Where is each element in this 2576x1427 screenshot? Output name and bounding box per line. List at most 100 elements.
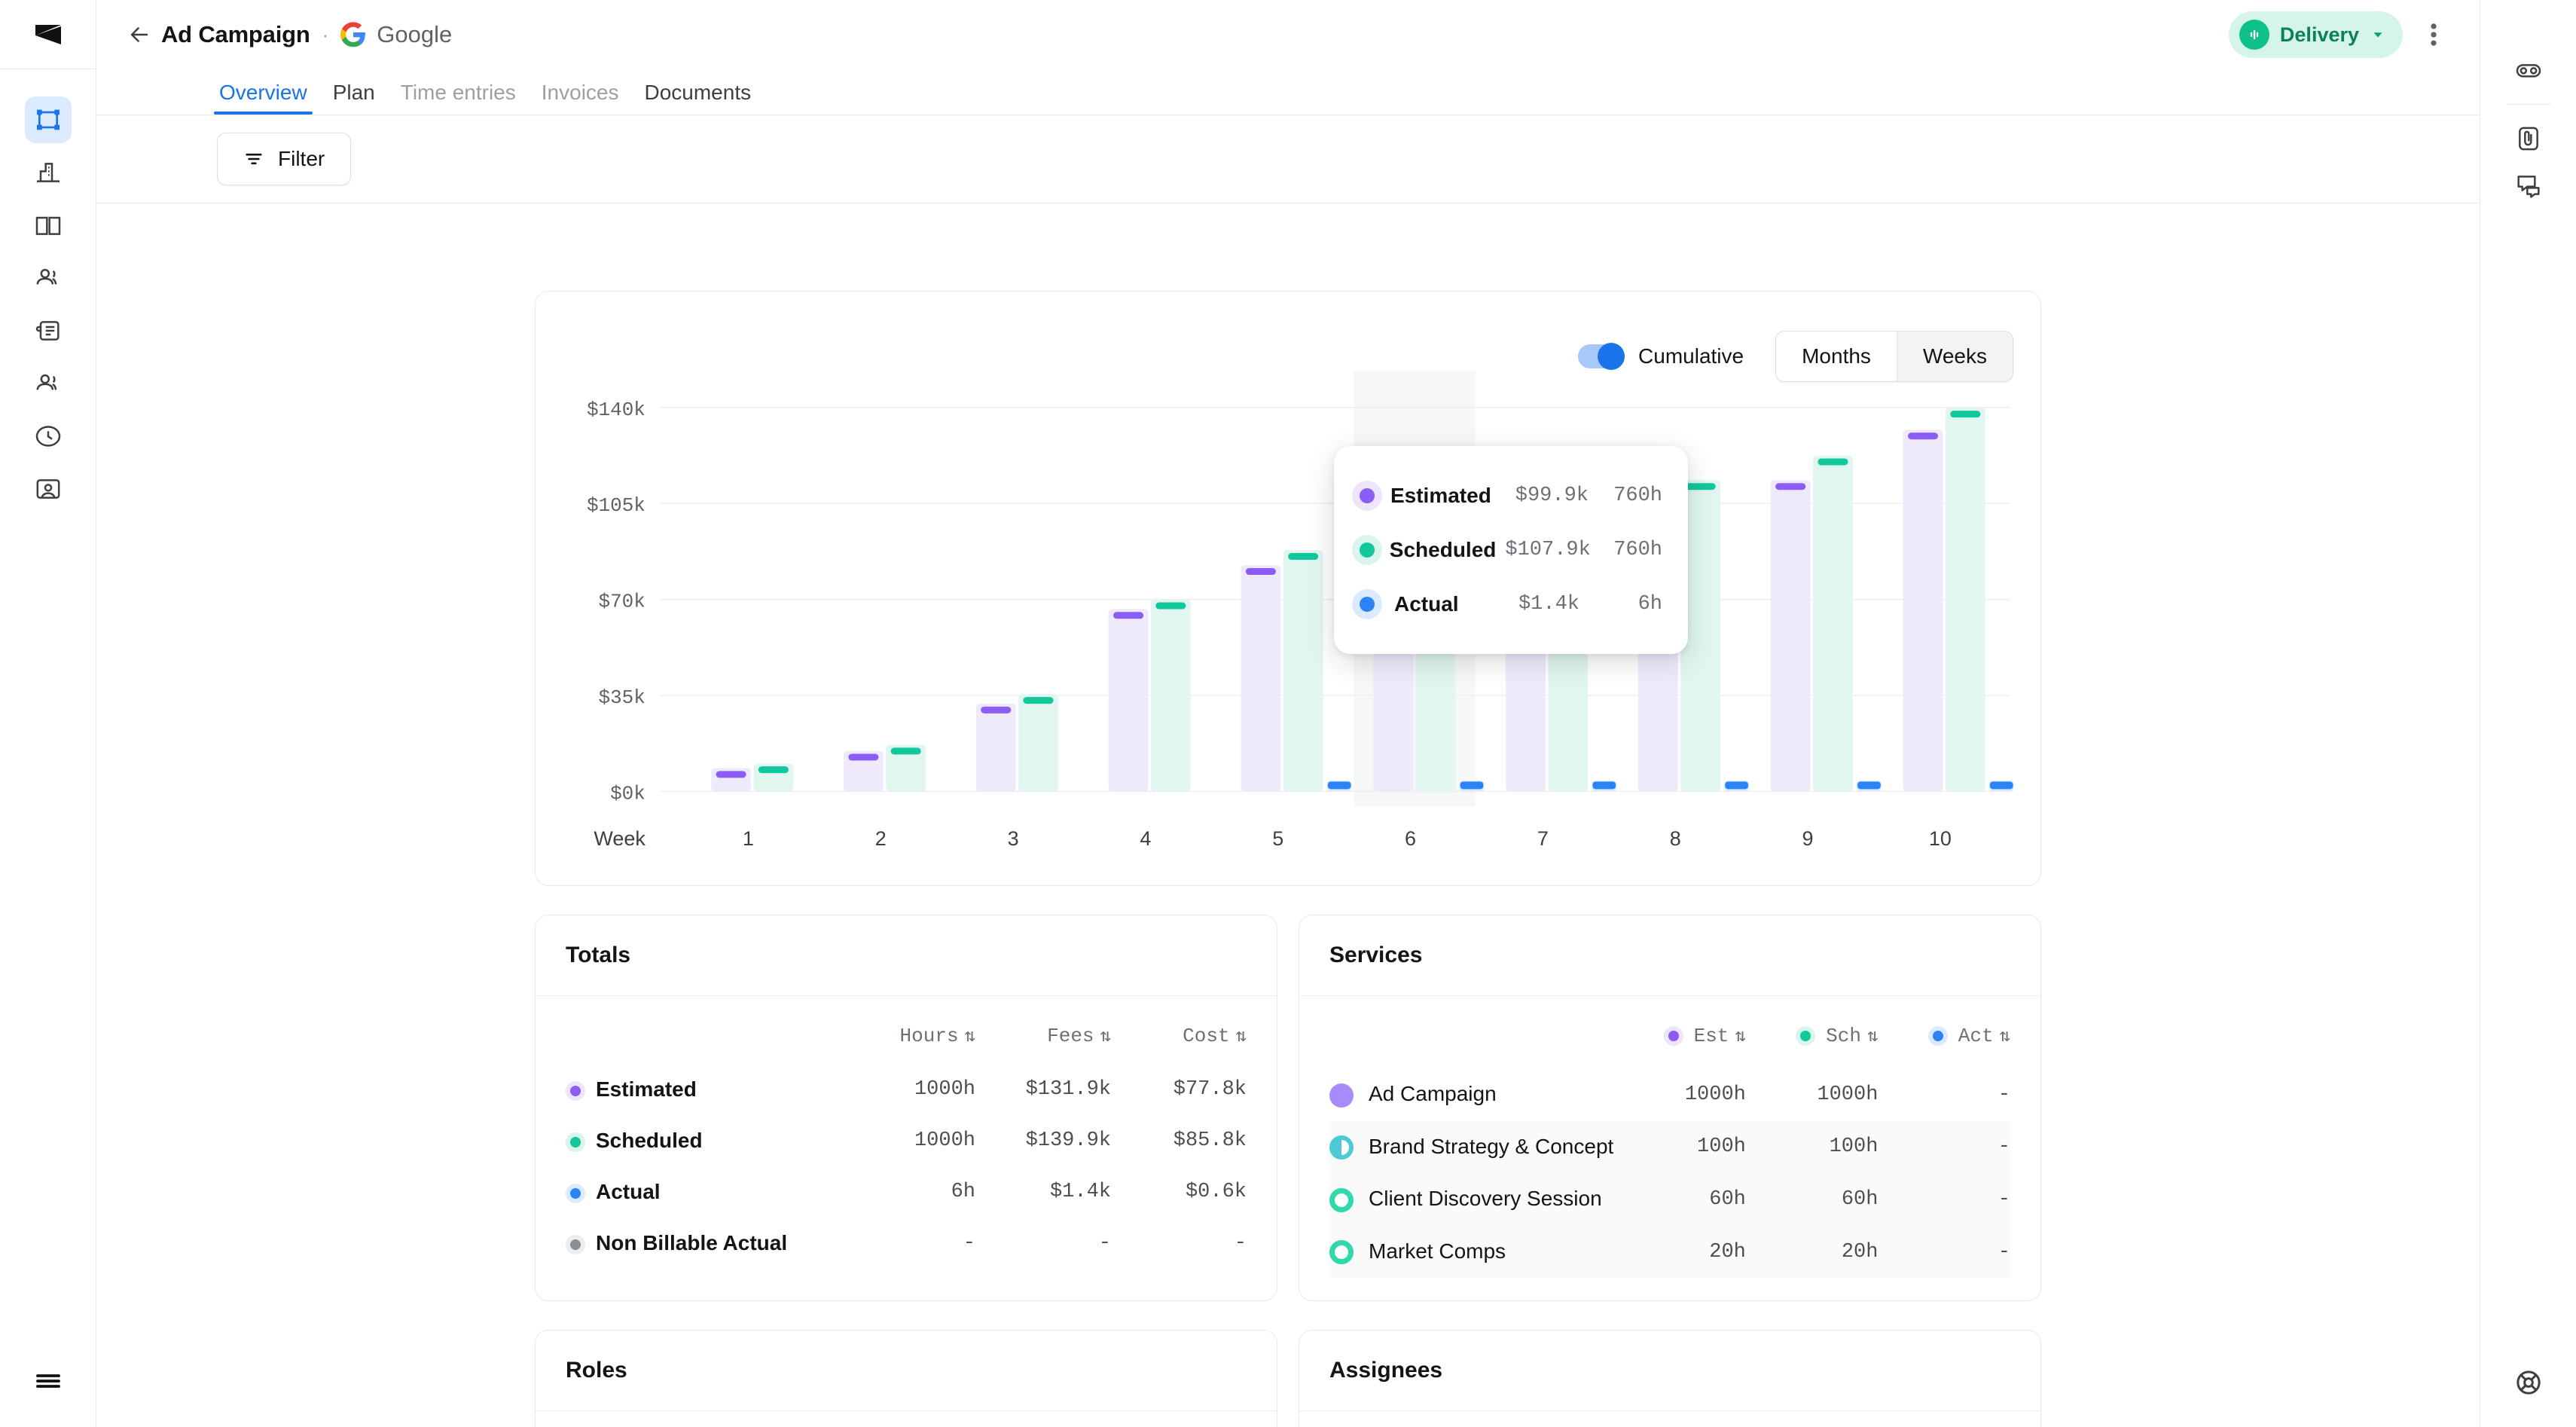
services-header-sch-label: Sch [1826,1025,1861,1047]
roles-header-sch[interactable]: Sch⇅ [975,1423,1111,1427]
help-button[interactable] [2505,1359,2552,1406]
service-row-name: Brand Strategy & Concept [1369,1134,1614,1158]
sidebar-item-time[interactable] [25,413,72,460]
roles-header-est[interactable]: Est⇅ [840,1423,975,1427]
sidebar-item-people[interactable] [25,255,72,301]
totals-row-hours: 1000h [914,1129,975,1152]
table-row[interactable]: Non Billable Actual - - - [566,1218,1247,1269]
table-row[interactable]: Market Comps 20h 20h - [1329,1225,2010,1279]
tooltip-label-actual: Actual [1394,592,1459,616]
service-row-name: Market Comps [1369,1239,1506,1263]
sort-updown-icon: ⇅ [1100,1027,1111,1047]
table-row[interactable]: Client Discovery Session 60h 60h - [1329,1173,2010,1226]
bar-cap-scheduled [1155,602,1186,610]
tab-documents[interactable]: Documents [631,81,764,115]
assignees-header-blank [1329,1423,1604,1427]
table-row[interactable]: Ad Campaign 1000h 1000h - [1329,1068,2010,1121]
bar-scheduled [1945,408,1985,792]
app-logo[interactable] [0,0,96,69]
totals-header-cost[interactable]: Cost ⇅ [1111,1008,1247,1064]
services-header-act-label: Act [1958,1025,1994,1047]
totals-row-fees: $139.9k [1025,1129,1111,1152]
totals-header-hours[interactable]: Hours ⇅ [840,1008,975,1064]
x-axis-tick-label: 1 [743,827,754,850]
attachments-button[interactable] [2505,115,2552,162]
tooltip-row-estimated: Estimated $99.9k 760h [1360,469,1662,523]
totals-row-cost: $77.8k [1173,1078,1247,1101]
cumulative-bar-chart[interactable]: $0k $35k $70k $105k $140k 1 2 3 4 5 6 7 8 9 10 Week [536,292,2040,885]
sidebar-item-profile[interactable] [25,466,72,512]
status-badge[interactable]: Delivery [2228,11,2403,58]
bar-cap-actual [1592,781,1616,790]
services-card-header: Services [1299,915,2040,996]
services-header-sch[interactable]: Sch ⇅ [1746,1008,1878,1068]
bar-cap-scheduled [1288,553,1319,561]
actual-dot-icon [1927,1026,1948,1046]
summary-cards-grid: Totals Hours ⇅ Fees ⇅ Cost ⇅ Estimated 1… [535,915,2041,1302]
scheduled-dot-icon [1796,1026,1816,1046]
tooltip-hours-estimated: 760h [1613,484,1662,507]
x-axis-tick-label: 2 [875,827,887,850]
assignees-header-est[interactable]: Est⇅ [1604,1423,1739,1427]
service-row-act: - [1998,1188,2010,1212]
bar-scheduled [1150,599,1191,792]
filter-button[interactable]: Filter [217,133,352,185]
table-row[interactable]: Estimated 1000h $131.9k $77.8k [566,1064,1247,1115]
bar-scheduled [1018,694,1058,792]
totals-header-fees[interactable]: Fees ⇅ [975,1008,1111,1064]
bar-cap-scheduled [1685,483,1716,490]
estimated-dot-icon [566,1080,585,1101]
tab-overview[interactable]: Overview [206,81,320,115]
sidebar-item-projects[interactable] [24,96,72,143]
service-row-act: - [1998,1240,2010,1264]
more-options-button[interactable] [2413,14,2454,55]
assignees-header-sch[interactable]: Sch⇅ [1739,1423,1875,1427]
tab-plan[interactable]: Plan [320,81,388,115]
y-axis-tick-label: $70k [599,591,646,613]
attachment-paperclip-icon [2518,127,2538,151]
sidebar-item-contacts[interactable] [25,360,72,407]
sidebar-item-invoices[interactable] [25,307,72,354]
bar-cap-estimated [716,771,746,778]
x-axis-tick-label: 8 [1670,827,1681,850]
totals-row-label: Scheduled [566,1115,840,1166]
assignees-header-act[interactable]: Act⇅ [1875,1423,2010,1427]
roles-card-body: Est⇅ Sch⇅ Act⇅ [536,1411,1277,1427]
x-axis-tick-label: 4 [1140,827,1151,850]
services-table-head: Est ⇅ Sch ⇅ Act ⇅ [1329,1008,2010,1068]
hamburger-menu-button[interactable] [25,1358,72,1404]
tab-invoices[interactable]: Invoices [529,81,632,115]
services-header-act[interactable]: Act ⇅ [1878,1008,2010,1068]
table-row[interactable]: Scheduled 1000h $139.9k $85.8k [566,1115,1247,1166]
sidebar-item-company[interactable] [25,149,72,196]
roles-header-act[interactable]: Act⇅ [1111,1423,1247,1427]
bar-estimated [975,703,1016,792]
services-table-body: Ad Campaign 1000h 1000h - Brand Strategy… [1329,1068,2010,1279]
comments-button[interactable] [2505,162,2552,209]
content-scroll-area[interactable]: Cumulative Months Weeks $0k $35k $70k $105k… [96,203,2480,1427]
productive-logo-icon [35,24,61,44]
tab-time-entries[interactable]: Time entries [388,81,529,115]
bar-cap-actual [1460,781,1484,790]
book-open-icon [35,216,60,235]
back-button[interactable] [122,17,157,52]
table-row[interactable]: Actual 6h $1.4k $0.6k [566,1166,1247,1218]
arrow-left-icon [130,27,148,42]
app-root: Ad Campaign · Google Delivery Overview P… [0,0,2576,1427]
google-logo-icon [340,22,366,47]
roles-table: Est⇅ Sch⇅ Act⇅ [566,1423,1247,1427]
bar-cap-actual [1857,781,1881,790]
tooltip-money-scheduled: $107.9k [1505,539,1591,561]
bar-estimated [1770,480,1811,792]
assignees-card-header: Assignees [1299,1331,2040,1412]
services-header-est[interactable]: Est ⇅ [1613,1008,1746,1068]
main-column: Ad Campaign · Google Delivery Overview P… [96,0,2480,1427]
sidebar-item-docs[interactable] [25,202,72,249]
sort-updown-icon: ⇅ [1999,1027,2010,1047]
binoculars-button[interactable] [2505,47,2552,93]
table-row[interactable]: Brand Strategy & Concept 100h 100h - [1329,1120,2010,1174]
top-bar: Ad Campaign · Google Delivery [96,0,2480,69]
service-row-name-cell: Market Comps [1329,1226,1613,1279]
y-axis-tick-label: $0k [610,782,646,805]
roles-header-row: Est⇅ Sch⇅ Act⇅ [566,1423,1247,1427]
